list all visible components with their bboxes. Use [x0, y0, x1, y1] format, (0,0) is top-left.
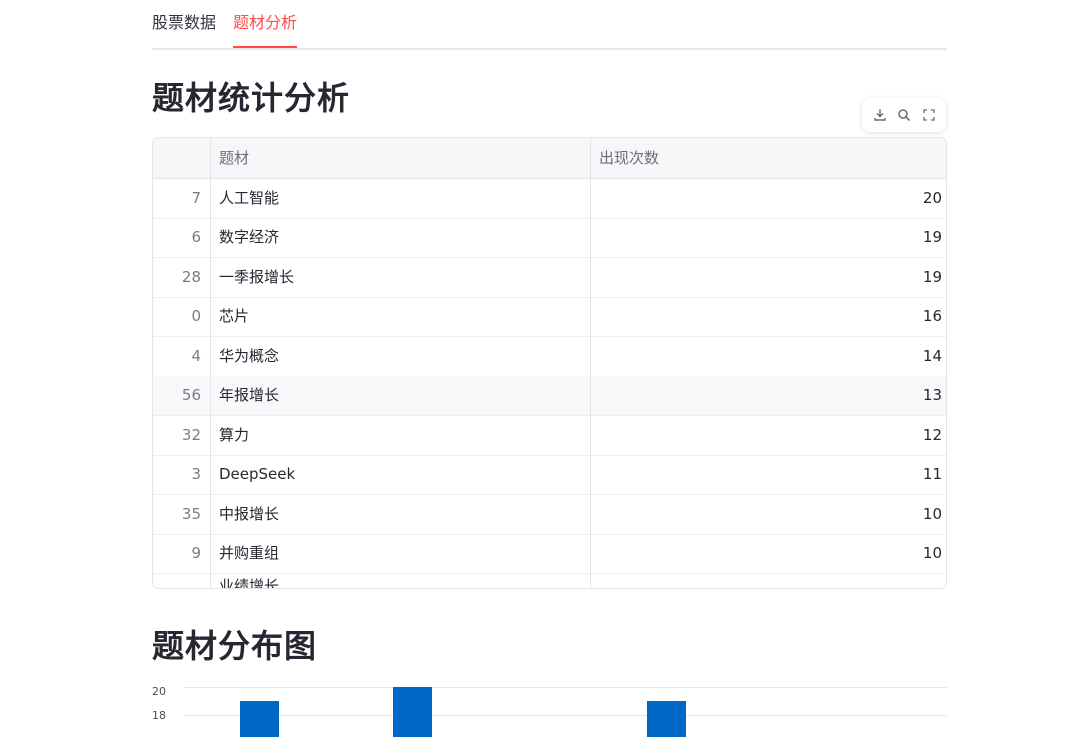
tab-theme-analysis[interactable]: 题材分析: [233, 13, 297, 33]
theme-name: 算力: [219, 426, 250, 444]
table-header: 题材 出现次数: [153, 138, 946, 179]
download-icon[interactable]: [870, 105, 890, 125]
chart-bar[interactable]: [393, 687, 432, 737]
row-index: 4: [191, 347, 201, 365]
table-row[interactable]: 3 DeepSeek 11: [153, 455, 946, 495]
theme-name: 中报增长: [219, 505, 280, 523]
theme-count: 14: [922, 347, 942, 365]
table-row[interactable]: 35 中报增长 10: [153, 495, 946, 535]
y-tick-label: 18: [152, 709, 166, 722]
theme-name: 一季报增长: [219, 268, 295, 286]
active-tab-indicator: [233, 46, 297, 48]
theme-name: 年报增长: [219, 386, 280, 404]
theme-count: 19: [922, 268, 942, 286]
gridline: [184, 687, 947, 688]
theme-name: 芯片: [219, 307, 250, 325]
theme-count: 10: [922, 544, 942, 562]
table-row[interactable]: 4 华为概念 14: [153, 337, 946, 377]
tab-stock-data[interactable]: 股票数据: [152, 13, 216, 33]
theme-count: 20: [922, 189, 942, 207]
theme-name: DeepSeek: [219, 465, 296, 483]
table-row[interactable]: 56 年报增长 13: [153, 376, 946, 416]
theme-name: 数字经济: [219, 228, 280, 246]
table-row[interactable]: 32 算力 12: [153, 416, 946, 456]
chart-bar[interactable]: [647, 701, 686, 737]
table-row[interactable]: 7 人工智能 20: [153, 179, 946, 219]
search-icon[interactable]: [894, 105, 914, 125]
tab-bar: 股票数据 题材分析: [152, 0, 947, 50]
row-index: 6: [191, 228, 201, 246]
table-row[interactable]: 0 芯片 16: [153, 297, 946, 337]
table-row[interactable]: 28 一季报增长 19: [153, 258, 946, 298]
row-index: 28: [181, 268, 201, 286]
fullscreen-icon[interactable]: [919, 105, 939, 125]
theme-count: 10: [922, 505, 942, 523]
chart-section-title: 题材分布图: [152, 627, 318, 665]
theme-count: 19: [922, 228, 942, 246]
theme-count: 16: [922, 307, 942, 325]
stats-section-title: 题材统计分析: [152, 79, 351, 117]
gridline: [184, 715, 947, 716]
theme-name: 人工智能: [219, 189, 280, 207]
theme-name: 业绩增长: [219, 577, 280, 589]
y-tick-label: 20: [152, 685, 166, 698]
theme-count: 13: [922, 386, 942, 404]
row-index: 0: [191, 307, 201, 325]
column-header-count[interactable]: 出现次数: [599, 138, 659, 178]
row-index: 7: [191, 189, 201, 207]
theme-name: 华为概念: [219, 347, 280, 365]
row-index: 9: [191, 544, 201, 562]
column-divider: [210, 138, 211, 588]
row-index: 56: [181, 386, 201, 404]
table-toolbar: [862, 98, 946, 132]
theme-count: 11: [922, 465, 942, 483]
row-index: 3: [191, 465, 201, 483]
table-row[interactable]: 6 数字经济 19: [153, 218, 946, 258]
row-index: 35: [181, 505, 201, 523]
theme-count: 12: [922, 426, 942, 444]
column-divider: [590, 138, 591, 588]
column-header-theme[interactable]: 题材: [219, 138, 249, 178]
theme-stats-table: 题材 出现次数 7 人工智能 20 6 数字经济 19 28 一季报增长 19 …: [152, 137, 947, 589]
theme-distribution-chart: 20 18: [152, 682, 947, 737]
table-row-partial[interactable]: 业绩增长: [153, 574, 946, 588]
chart-bar[interactable]: [240, 701, 279, 737]
row-index: 32: [181, 426, 201, 444]
